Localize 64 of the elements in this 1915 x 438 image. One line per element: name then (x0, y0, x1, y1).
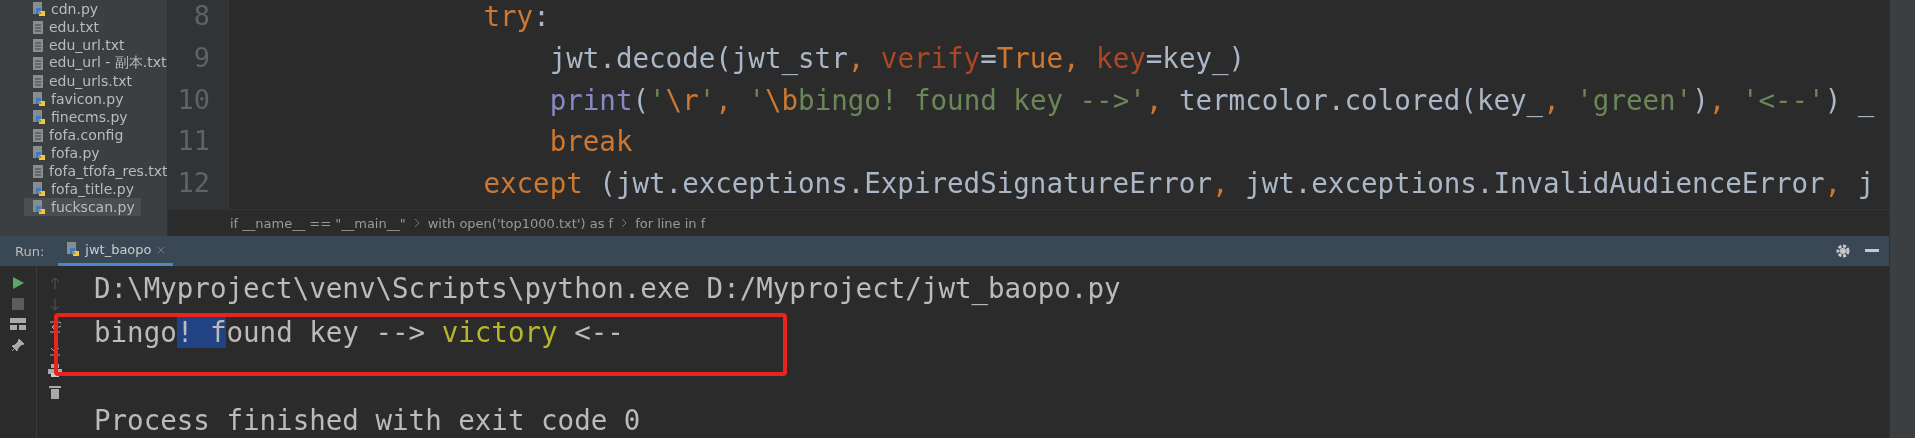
file-tree-item[interactable]: fofa.config (24, 126, 130, 144)
python-file-icon (32, 1, 46, 17)
breadcrumb[interactable]: for line in f (635, 215, 706, 231)
file-tree-item[interactable]: fofa_title.py (24, 180, 140, 198)
file-name: edu_url.txt (49, 37, 125, 53)
file-name: favicon.py (51, 91, 124, 107)
python-file-icon (32, 181, 46, 197)
file-name: finecms.py (51, 109, 128, 125)
file-name: fofa.config (49, 127, 124, 143)
file-name: fuckscan.py (51, 199, 135, 215)
file-tree-item[interactable]: edu.txt (24, 18, 106, 36)
text-file-icon (32, 73, 44, 89)
file-name: fofa_title.py (51, 181, 134, 197)
arrow-up-icon (50, 276, 60, 290)
file-tree-item[interactable]: edu_url - 副本.txt (24, 54, 167, 72)
chevron-right-icon (413, 218, 420, 228)
console-line: D:\Myproject\venv\Scripts\python.exe D:/Myproject/jwt_baopo.py (94, 272, 1121, 307)
python-file-icon (32, 145, 46, 161)
code-line: jwt.decode(jwt_str, verify=True, key=key_) (548, 41, 1247, 77)
python-file-icon (32, 199, 46, 215)
console-line: bingo! found key --> victory <-- (94, 316, 624, 360)
wrap-icon (49, 320, 61, 334)
minimize-icon (1865, 249, 1879, 253)
file-tree-item[interactable]: edu_urls.txt (24, 72, 138, 90)
stop-icon (12, 298, 24, 310)
console-line: Process finished with exit code 0 (94, 404, 641, 438)
file-name: edu_url - 副本.txt (49, 54, 167, 72)
file-tree-item[interactable]: cdn.py (24, 0, 105, 18)
code-line: try: (482, 0, 551, 34)
close-icon (156, 245, 165, 254)
breadcrumb[interactable]: with open('top1000.txt') as f (427, 215, 614, 231)
chevron-right-icon (621, 218, 628, 228)
file-tree-item[interactable]: favicon.py (24, 90, 130, 108)
run-tab[interactable]: jwt_baopo (58, 236, 173, 266)
text-file-icon (32, 55, 44, 71)
code-line: except (jwt.exceptions.ExpiredSignatureError, jwt.exceptions.InvalidAudienceError, j (482, 167, 1876, 202)
file-name: cdn.py (51, 1, 99, 17)
file-name: edu.txt (49, 19, 100, 35)
file-tree-item[interactable]: fuckscan.py (24, 198, 141, 216)
file-tree-item[interactable]: edu_url.txt (24, 36, 131, 54)
python-file-icon (32, 109, 46, 125)
file-tree-item[interactable]: fofa.py (24, 144, 106, 162)
file-name: edu_urls.txt (49, 73, 132, 89)
text-file-icon (32, 163, 44, 179)
file-tree-item[interactable]: finecms.py (24, 108, 134, 126)
arrow-down-icon (50, 298, 60, 312)
breadcrumb[interactable]: if __name__ == "__main__" (230, 215, 406, 231)
file-tree-item[interactable]: fofa_tfofa_res.txt (24, 162, 167, 180)
run-label: Run: (15, 243, 45, 259)
pin-icon (11, 338, 25, 352)
text-file-icon (32, 19, 44, 35)
code-line: break (548, 125, 634, 160)
layout-icon (10, 318, 26, 330)
settings-icon (1835, 243, 1851, 259)
text-file-icon (32, 127, 44, 143)
file-name: fofa.py (51, 145, 100, 161)
print-icon (48, 364, 62, 377)
play-icon (11, 276, 25, 290)
python-file-icon (32, 91, 46, 107)
python-file-icon (66, 242, 81, 257)
code-line: print('\r', '\bbingo! found key -->', termcolor.colored(key_, 'green'), '<--') _ (548, 83, 1876, 119)
text-file-icon (32, 37, 44, 53)
file-name: fofa_tfofa_res.txt (49, 163, 167, 179)
trash-icon (49, 385, 61, 399)
